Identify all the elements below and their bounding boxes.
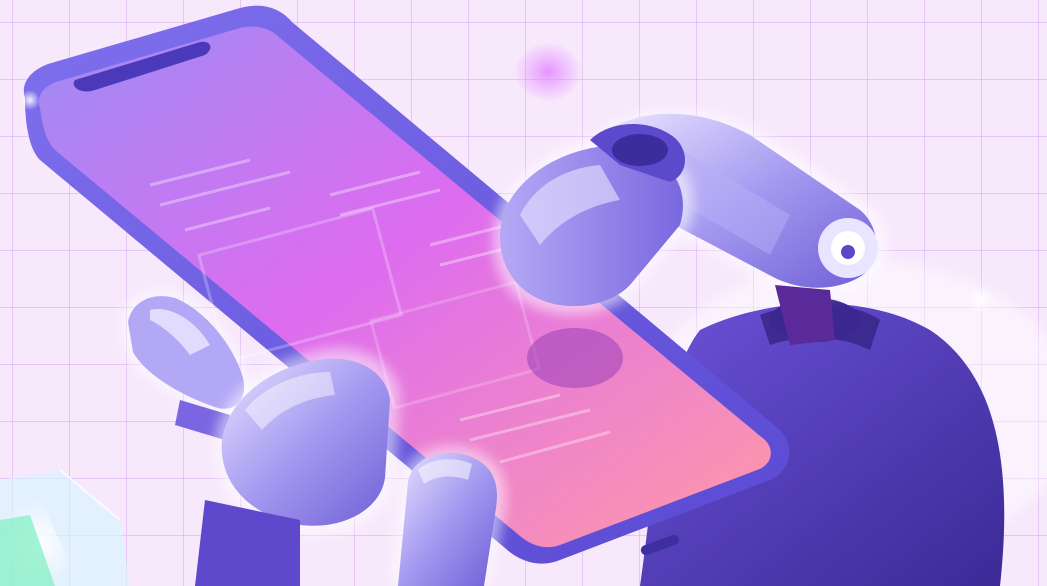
glow-blob <box>514 42 582 102</box>
crystal-decoration <box>0 469 130 586</box>
finger-shadow <box>527 328 623 388</box>
robot-hand-phone-illustration <box>0 5 1047 586</box>
sparkle <box>20 90 40 110</box>
illustration-canvas <box>0 0 1047 586</box>
sparkle <box>966 286 994 314</box>
robot-finger-tip <box>493 123 694 315</box>
